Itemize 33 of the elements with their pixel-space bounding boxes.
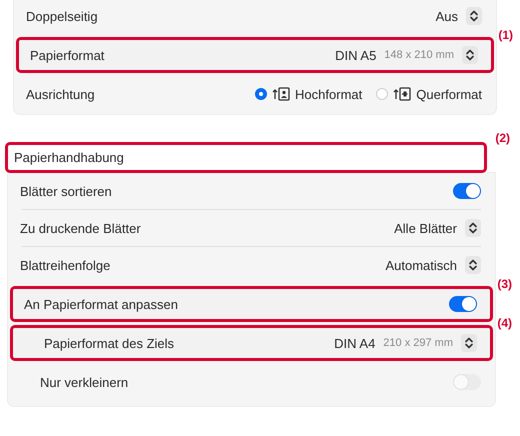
size-detail: 148 x 210 mm <box>384 49 454 61</box>
setting-label: Papierformat des Ziels <box>44 336 176 350</box>
callout-number: (1) <box>498 28 513 42</box>
setting-label: Zu druckende Blätter <box>20 220 142 236</box>
radio-label: Hochformat <box>295 86 362 102</box>
landscape-orientation-icon <box>393 87 412 101</box>
setting-label: Blattreihenfolge <box>20 258 112 272</box>
toggle-switch[interactable] <box>449 296 477 312</box>
setting-label: An Papierformat anpassen <box>24 296 179 312</box>
size-detail: 210 x 297 mm <box>383 337 453 349</box>
popup-value[interactable]: Automatisch <box>385 258 457 272</box>
radio-button[interactable] <box>255 88 268 100</box>
stepper-icon[interactable] <box>466 7 482 25</box>
section-title: Papierhandhabung <box>14 150 124 165</box>
setting-label: Ausrichtung <box>26 86 96 102</box>
callout-number: (2) <box>495 131 510 145</box>
stepper-icon[interactable] <box>462 46 478 64</box>
popup-value[interactable]: DIN A5 <box>335 48 376 62</box>
portrait-orientation-icon <box>272 87 290 101</box>
callout-number: (4) <box>497 316 512 330</box>
callout-number: (3) <box>497 277 512 291</box>
setting-label: Papierformat <box>30 48 106 62</box>
setting-label: Doppelseitig <box>26 8 99 24</box>
popup-value[interactable]: Aus <box>436 8 458 24</box>
toggle-switch[interactable] <box>453 183 481 199</box>
stepper-icon[interactable] <box>465 256 481 274</box>
setting-label: Nur verkleinern <box>40 374 130 390</box>
setting-label: Blätter sortieren <box>20 184 113 198</box>
stepper-icon[interactable] <box>461 334 477 352</box>
radio-label: Querformat <box>416 86 482 102</box>
popup-value[interactable]: DIN A4 <box>334 336 376 350</box>
popup-value[interactable]: Alle Blätter <box>394 220 457 236</box>
stepper-icon[interactable] <box>465 219 481 237</box>
